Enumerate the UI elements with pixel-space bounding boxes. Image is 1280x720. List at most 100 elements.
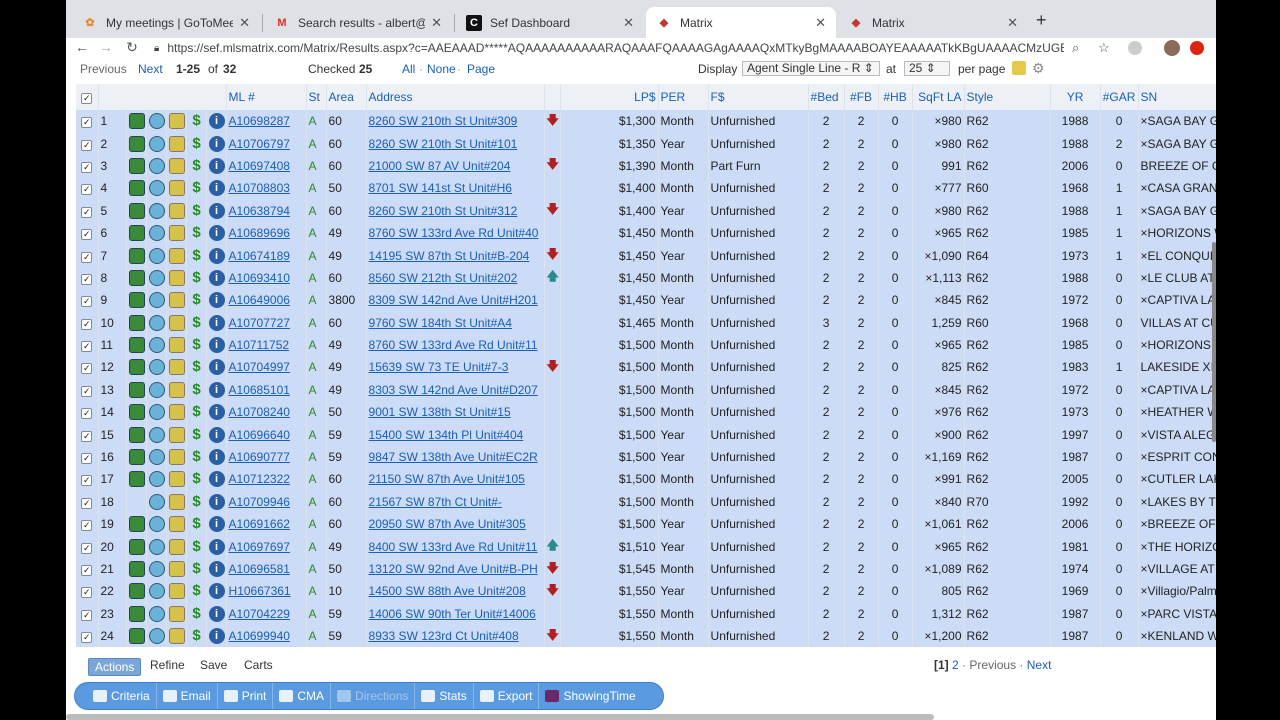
address-link[interactable]: 13120 SW 92nd Ave Unit#B-PH xyxy=(369,562,538,576)
row-select-cell[interactable]: ✓ xyxy=(76,580,99,603)
footer-next-link[interactable]: Next xyxy=(1027,658,1052,672)
row-select-cell[interactable]: ✓ xyxy=(76,468,99,491)
dollar-icon[interactable]: $ xyxy=(189,561,205,577)
finance-cell[interactable]: $ xyxy=(186,580,207,603)
select-all-link[interactable]: All xyxy=(402,62,415,76)
row-checkbox[interactable]: ✓ xyxy=(81,296,93,308)
photo-icon[interactable] xyxy=(128,538,145,555)
history-icon[interactable] xyxy=(148,605,165,622)
history-icon[interactable] xyxy=(148,337,165,354)
address-link[interactable]: 8400 SW 133rd Ave Rd Unit#11 xyxy=(369,540,538,554)
history-cell[interactable] xyxy=(146,445,167,469)
row-select-cell[interactable]: ✓ xyxy=(76,266,99,290)
map-icon[interactable] xyxy=(168,180,185,197)
row-select-cell[interactable]: ✓ xyxy=(76,199,99,222)
row-select-cell[interactable]: ✓ xyxy=(76,132,99,155)
dollar-icon[interactable]: $ xyxy=(189,225,205,241)
photo-icon[interactable] xyxy=(128,135,145,152)
history-icon[interactable] xyxy=(148,449,165,466)
header-full-baths[interactable]: #FB xyxy=(844,84,879,110)
photo-icon[interactable] xyxy=(128,113,145,130)
info-icon[interactable]: i xyxy=(208,449,225,466)
photo-icon[interactable] xyxy=(128,605,145,622)
map-icon[interactable] xyxy=(168,493,185,510)
history-cell[interactable] xyxy=(146,401,167,424)
header-address[interactable]: Address xyxy=(366,84,545,110)
map-icon[interactable] xyxy=(168,113,185,130)
address-link[interactable]: 14006 SW 90th Ter Unit#14006 xyxy=(369,607,536,621)
finance-cell[interactable]: $ xyxy=(186,557,207,581)
photo-icon[interactable] xyxy=(128,628,145,645)
address-link[interactable]: 21567 SW 87th Ct Unit#- xyxy=(369,495,502,509)
history-icon[interactable] xyxy=(148,583,165,600)
map-icon[interactable] xyxy=(168,426,185,443)
photo-icon[interactable] xyxy=(128,180,145,197)
mls-number-link[interactable]: A10704229 xyxy=(229,607,290,621)
mls-number-link[interactable]: A10693410 xyxy=(229,271,290,285)
photo-icon[interactable] xyxy=(128,337,145,354)
photo-cell[interactable] xyxy=(126,244,147,267)
info-cell[interactable]: i xyxy=(206,132,227,155)
info-icon[interactable]: i xyxy=(208,471,225,488)
address-link[interactable]: 8760 SW 133rd Ave Rd Unit#40 xyxy=(369,226,539,240)
info-cell[interactable]: i xyxy=(206,423,227,446)
history-icon[interactable] xyxy=(148,314,165,331)
browser-tab-2[interactable]: M Search results - albert@realesta ✕ xyxy=(264,7,452,38)
address-link[interactable]: 20950 SW 87th Ave Unit#305 xyxy=(369,517,526,531)
address-link[interactable]: 8560 SW 212th St Unit#202 xyxy=(369,271,518,285)
address-bar[interactable]: 🔒︎ https://sef.mlsmatrix.com/Matrix/Resu… xyxy=(154,38,1064,58)
row-select-cell[interactable]: ✓ xyxy=(76,423,99,446)
map-cell[interactable] xyxy=(166,311,187,334)
info-icon[interactable]: i xyxy=(208,516,225,533)
map-cell[interactable] xyxy=(166,221,187,245)
row-select-cell[interactable]: ✓ xyxy=(76,490,99,514)
info-cell[interactable]: i xyxy=(206,356,227,379)
history-cell[interactable] xyxy=(146,221,167,245)
info-icon[interactable]: i xyxy=(208,561,225,577)
photo-cell[interactable] xyxy=(126,132,147,155)
mls-number-link[interactable]: A10689696 xyxy=(229,226,290,240)
finance-cell[interactable]: $ xyxy=(186,356,207,379)
history-cell[interactable] xyxy=(146,289,167,312)
directions-button[interactable]: Directions xyxy=(331,683,416,709)
map-icon[interactable] xyxy=(168,471,185,488)
display-select[interactable]: Agent Single Line - R ⇕ xyxy=(742,61,880,76)
history-cell[interactable] xyxy=(146,513,167,536)
finance-cell[interactable]: $ xyxy=(186,401,207,424)
mls-number-link[interactable]: A10649006 xyxy=(229,293,290,307)
history-icon[interactable] xyxy=(148,135,165,152)
row-checkbox[interactable]: ✓ xyxy=(81,497,93,509)
photo-icon[interactable] xyxy=(128,247,145,264)
dollar-icon[interactable]: $ xyxy=(189,359,205,375)
header-select-all[interactable]: ✓ xyxy=(76,84,99,110)
table-row[interactable]: ✓ 4 $ i A10708803 A 50 8701 SW 141st St Unit#H6… xyxy=(76,177,1216,200)
address-link[interactable]: 15639 SW 73 TE Unit#7-3 xyxy=(369,360,509,374)
map-icon[interactable] xyxy=(168,404,185,421)
mls-number-link[interactable]: A10697697 xyxy=(229,540,290,554)
dollar-icon[interactable]: $ xyxy=(189,583,205,599)
history-cell[interactable] xyxy=(146,624,167,648)
history-cell[interactable] xyxy=(146,490,167,514)
photo-cell[interactable] xyxy=(126,221,147,245)
history-cell[interactable] xyxy=(146,356,167,379)
row-checkbox[interactable]: ✓ xyxy=(81,587,93,599)
info-icon[interactable]: i xyxy=(208,404,225,421)
row-select-cell[interactable]: ✓ xyxy=(76,535,99,558)
table-row[interactable]: ✓ 2 $ i A10706797 A 60 8260 SW 210th St Unit#10… xyxy=(76,132,1216,155)
info-cell[interactable]: i xyxy=(206,401,227,424)
photo-cell[interactable] xyxy=(126,624,147,648)
address-link[interactable]: 9001 SW 138th St Unit#15 xyxy=(369,405,511,419)
photo-icon[interactable] xyxy=(128,583,145,600)
info-cell[interactable]: i xyxy=(206,244,227,267)
email-button[interactable]: Email xyxy=(157,683,218,709)
photo-cell[interactable] xyxy=(126,356,147,379)
info-icon[interactable]: i xyxy=(208,538,225,555)
info-cell[interactable]: i xyxy=(206,199,227,222)
map-icon[interactable] xyxy=(168,314,185,331)
row-select-cell[interactable]: ✓ xyxy=(76,333,99,357)
mls-number-link[interactable]: A10691662 xyxy=(229,517,290,531)
stats-button[interactable]: Stats xyxy=(415,683,474,709)
dollar-icon[interactable]: $ xyxy=(189,605,205,622)
table-row[interactable]: ✓ 16 $ i A10690777 A 59 9847 SW 138th Ave Unit#… xyxy=(76,445,1216,469)
history-icon[interactable] xyxy=(148,471,165,488)
